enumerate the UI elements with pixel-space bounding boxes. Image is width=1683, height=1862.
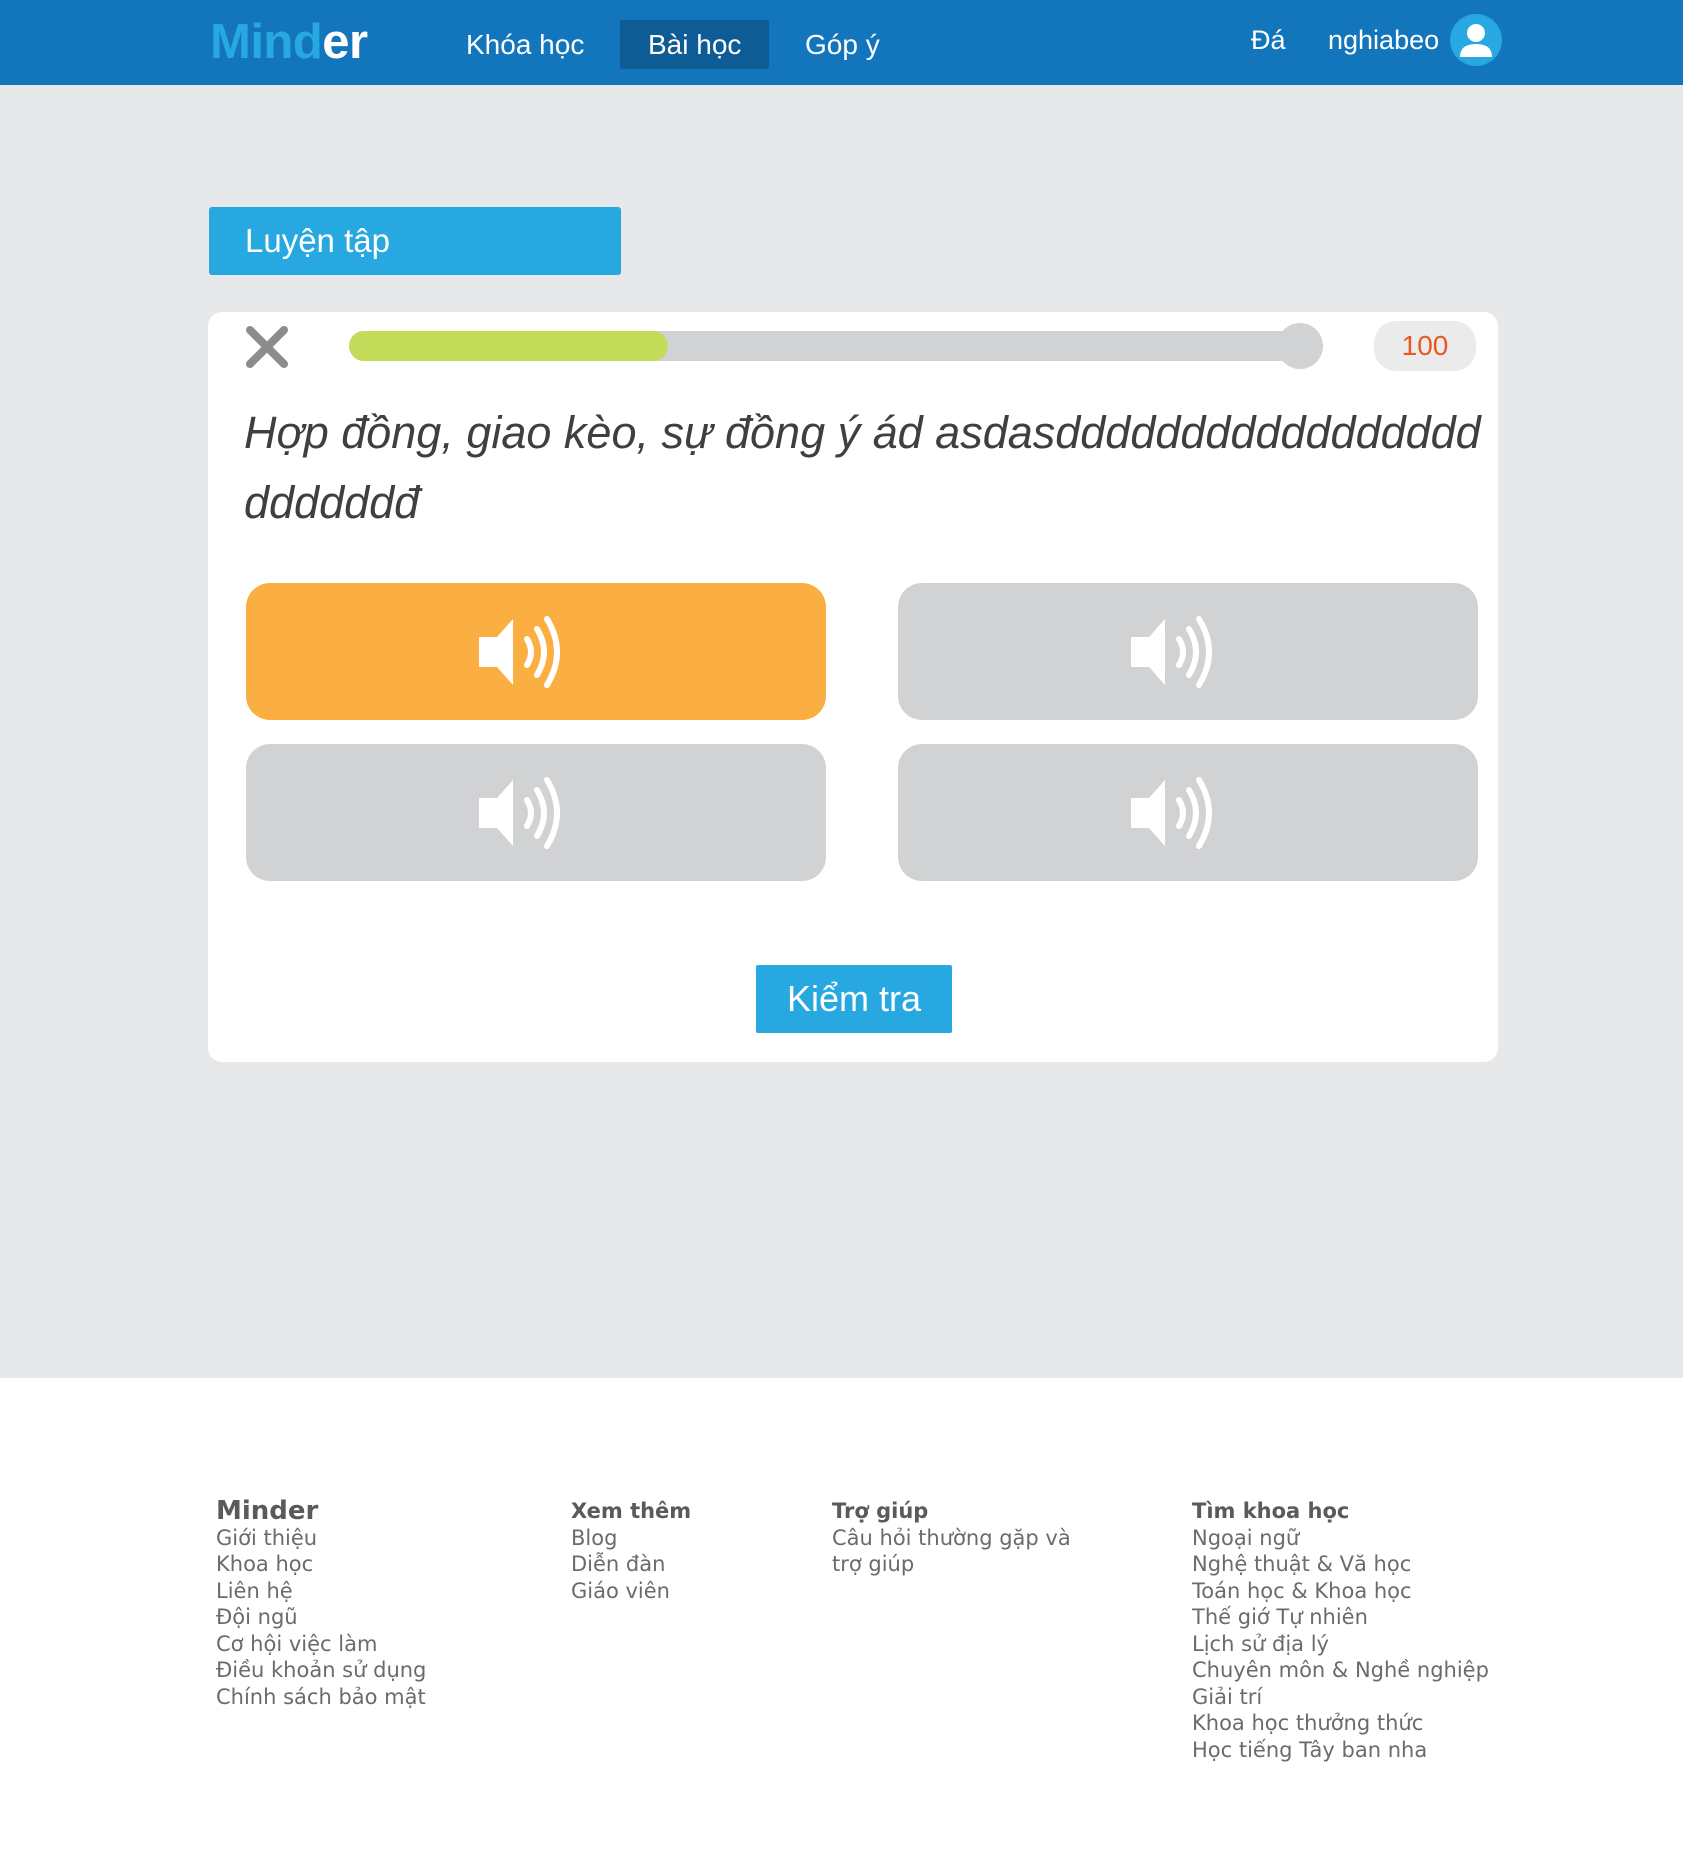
footer-heading: Trợ giúp — [832, 1499, 929, 1523]
speaker-icon — [479, 616, 560, 688]
footer-link[interactable]: Liên hệ — [216, 1578, 426, 1605]
answer-option-2[interactable] — [898, 583, 1478, 720]
progress-bar — [349, 323, 1323, 369]
page-title: Luyện tập — [209, 207, 621, 275]
footer: Minder Giới thiệu Khoa học Liên hệ Đội n… — [0, 1378, 1683, 1862]
footer-link[interactable]: Nghệ thuật & Vă học — [1192, 1551, 1489, 1578]
footer-link[interactable]: Toán học & Khoa học — [1192, 1578, 1489, 1605]
footer-link[interactable]: Diễn đàn — [571, 1551, 691, 1578]
close-icon[interactable] — [244, 322, 292, 374]
footer-column-minder: Minder Giới thiệu Khoa học Liên hệ Đội n… — [216, 1498, 426, 1710]
footer-link[interactable]: Khoa học — [216, 1551, 426, 1578]
footer-link[interactable]: Ngoại ngữ — [1192, 1525, 1489, 1552]
footer-link[interactable]: Cơ hội việc làm — [216, 1631, 426, 1658]
footer-column-more: Xem thêm Blog Diễn đàn Giáo viên — [571, 1498, 691, 1604]
nav-feedback[interactable]: Góp ý — [777, 20, 908, 69]
footer-link[interactable]: Điều khoản sử dụng — [216, 1657, 426, 1684]
speaker-icon — [1131, 777, 1212, 849]
footer-column-find-courses: Tìm khoa học Ngoại ngữ Nghệ thuật & Vă h… — [1192, 1498, 1489, 1763]
logo[interactable]: Minder — [210, 10, 368, 75]
score-badge: 100 — [1374, 321, 1476, 371]
nav-courses[interactable]: Khóa học — [438, 20, 612, 69]
footer-link[interactable]: Giới thiệu — [216, 1525, 426, 1552]
progress-knob — [1277, 323, 1323, 369]
answer-option-3[interactable] — [246, 744, 826, 881]
footer-heading: Tìm khoa học — [1192, 1499, 1350, 1523]
footer-column-help: Trợ giúp Câu hỏi thường gặp và trợ giúp — [832, 1498, 1102, 1578]
username[interactable]: nghiabeo — [1328, 18, 1439, 63]
footer-link[interactable]: Chính sách bảo mật — [216, 1684, 426, 1711]
footer-link[interactable]: Đội ngũ — [216, 1604, 426, 1631]
footer-link[interactable]: Học tiếng Tây ban nha — [1192, 1737, 1489, 1764]
footer-heading: Minder — [216, 1496, 319, 1526]
question-text: Hợp đồng, giao kèo, sự đồng ý ád asdasdd… — [244, 407, 1481, 528]
speaker-icon — [479, 777, 560, 849]
check-button[interactable]: Kiểm tra — [756, 965, 952, 1033]
nav-lessons[interactable]: Bài học — [620, 20, 770, 69]
practice-card: 100 Hợp đồng, giao kèo, sự đồng ý ád asd… — [208, 312, 1498, 1062]
footer-link[interactable]: Khoa học thưởng thức — [1192, 1710, 1489, 1737]
progress-fill — [349, 331, 668, 361]
footer-link[interactable]: Giải trí — [1192, 1684, 1489, 1711]
avatar-icon[interactable] — [1450, 14, 1502, 66]
footer-link[interactable]: Blog — [571, 1525, 691, 1552]
footer-link[interactable]: Câu hỏi thường gặp và trợ giúp — [832, 1525, 1102, 1578]
footer-link[interactable]: Lịch sử địa lý — [1192, 1631, 1489, 1658]
language-selector[interactable]: Đá — [1251, 18, 1286, 63]
footer-link[interactable]: Thế giớ Tự nhiên — [1192, 1604, 1489, 1631]
top-navbar: Minder Khóa học Bài học Góp ý Đá nghiabe… — [0, 0, 1683, 85]
answer-option-1[interactable] — [246, 583, 826, 720]
answer-option-4[interactable] — [898, 744, 1478, 881]
footer-link[interactable]: Chuyên môn & Nghề nghiệp — [1192, 1657, 1489, 1684]
speaker-icon — [1131, 616, 1212, 688]
footer-link[interactable]: Giáo viên — [571, 1578, 691, 1605]
footer-heading: Xem thêm — [571, 1499, 692, 1523]
